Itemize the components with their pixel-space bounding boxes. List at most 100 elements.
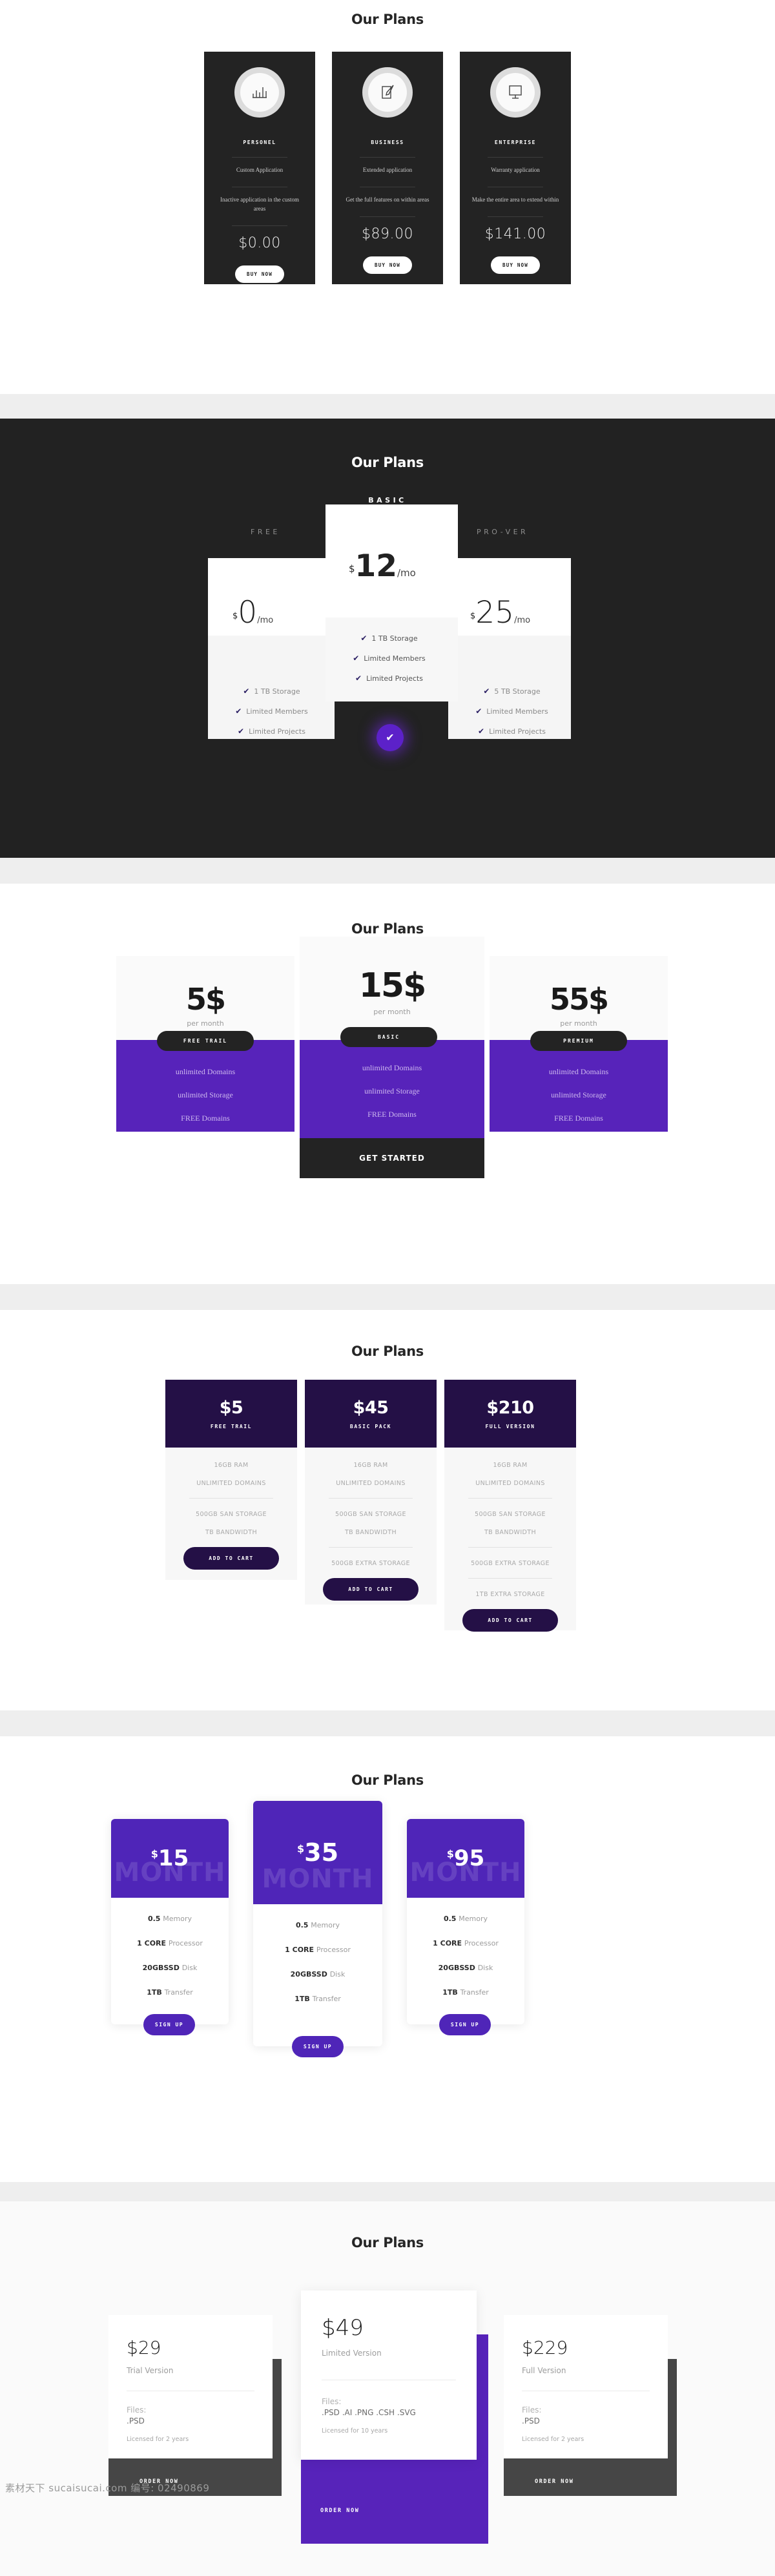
- feature-label: UNLIMITED DOMAINS: [196, 1480, 266, 1487]
- plan-card-list: $5 FREE TRAIL 16GB RAM UNLIMITED DOMAINS…: [0, 1359, 775, 1682]
- plan-card[interactable]: PERSONEL Custom Application Inactive app…: [204, 52, 315, 284]
- price-period: /mo: [397, 567, 416, 579]
- price-amount: 0: [238, 595, 258, 630]
- icon-circle-inner: [240, 73, 279, 112]
- feature-label: FREE Domains: [367, 1110, 417, 1119]
- feature-label: 20GBSSD Disk: [253, 1970, 382, 1979]
- feature-label: 0.5 Memory: [111, 1915, 229, 1923]
- currency-symbol: $: [150, 1847, 158, 1860]
- plan-card[interactable]: $229 Full Version Files: .PSD Licensed f…: [504, 2315, 668, 2458]
- pricing-section-2: Our Plans BASIC FREE PRO-VER $0/mo $12/m…: [0, 419, 775, 858]
- currency-symbol: $: [446, 1847, 454, 1860]
- feature-row: ✔ Limited Projects: [336, 674, 442, 683]
- buy-now-button[interactable]: BUY NOW: [362, 256, 412, 274]
- plan-price: $45: [353, 1398, 389, 1418]
- icon-circle-outer: [234, 67, 285, 118]
- currency-symbol: $: [296, 1842, 305, 1855]
- feature-list: 0.5 Memory 1 CORE Processor 20GBSSD Disk…: [253, 1904, 382, 2003]
- plan-price: $141.00: [484, 225, 546, 242]
- plan-card-header: $45 BASIC PACK: [305, 1380, 437, 1448]
- price-period: per month: [373, 1008, 411, 1016]
- plan-card-list: FREE PRO-VER $0/mo $12/mo $25/mo ✔ 1 TB S…: [0, 504, 775, 808]
- plan-feature: Custom Application: [236, 167, 284, 173]
- section-divider: [0, 394, 775, 419]
- feature-label: TB BANDWIDTH: [205, 1529, 258, 1536]
- plan-price: $95: [447, 1845, 484, 1871]
- feature-label: 500GB EXTRA STORAGE: [471, 1560, 550, 1567]
- files-value: .PSD: [522, 2416, 540, 2425]
- plan-feature: Make the entire area to extend within: [471, 196, 559, 203]
- plan-card[interactable]: $210 FULL VERSION 16GB RAM UNLIMITED DOM…: [444, 1380, 576, 1632]
- add-to-cart-button[interactable]: ADD TO CART: [323, 1578, 418, 1601]
- plan-card-list: MONTH $15 0.5 Memory 1 CORE Processor 20…: [0, 1788, 775, 2150]
- order-now-button[interactable]: ORDER NOW: [140, 2478, 178, 2485]
- plan-card-featured[interactable]: MONTH $35 0.5 Memory 1 CORE Processor 20…: [253, 1801, 382, 2046]
- confirm-plan-button[interactable]: ✔: [377, 724, 404, 751]
- order-now-button[interactable]: ORDER NOW: [320, 2508, 359, 2514]
- divider: [488, 157, 543, 158]
- plan-name: PERSONEL: [243, 140, 276, 145]
- feature-label: unlimited Domains: [175, 1067, 236, 1076]
- divider: [468, 1547, 552, 1548]
- plan-badge-premium[interactable]: PREMIUM: [530, 1031, 627, 1051]
- sign-up-button[interactable]: SIGN UP: [292, 2036, 344, 2057]
- plan-card[interactable]: $29 Trial Version Files: .PSD Licensed f…: [108, 2315, 273, 2458]
- plan-card[interactable]: MONTH $95 0.5 Memory 1 CORE Processor 20…: [407, 1819, 524, 2024]
- buy-now-button[interactable]: BUY NOW: [490, 256, 540, 274]
- feature-label: 1TB Transfer: [111, 1988, 229, 1997]
- plan-card-featured[interactable]: 15$ per month unlimited Domains unlimite…: [300, 937, 484, 1178]
- plan-version: Limited Version: [322, 2349, 382, 2358]
- plan-price: $12/mo: [349, 548, 416, 584]
- plan-card-header: MONTH $95: [407, 1819, 524, 1898]
- files-value: .PSD: [127, 2416, 145, 2425]
- get-started-button[interactable]: GET STARTED: [300, 1138, 484, 1178]
- feature-label: 1 TB Storage: [254, 687, 300, 696]
- feature-label: 1 CORE Processor: [407, 1939, 524, 1948]
- check-icon: ✔: [360, 634, 367, 643]
- price-amount: 25: [475, 595, 515, 630]
- plan-card-header: 15$ per month: [300, 937, 484, 1040]
- plan-badge-basic[interactable]: BASIC: [340, 1027, 437, 1047]
- month-watermark: MONTH: [262, 1864, 374, 1894]
- add-to-cart-button[interactable]: ADD TO CART: [183, 1547, 279, 1570]
- feature-row: ✔ Limited Projects: [218, 727, 325, 736]
- feature-label: unlimited Storage: [364, 1086, 420, 1096]
- price-amount: 35: [304, 1838, 339, 1867]
- sign-up-button[interactable]: SIGN UP: [439, 2014, 491, 2035]
- plan-card[interactable]: MONTH $15 0.5 Memory 1 CORE Processor 20…: [111, 1819, 229, 2024]
- plan-card-list: $29 Trial Version Files: .PSD Licensed f…: [0, 2250, 775, 2554]
- feature-label: 1 TB Storage: [371, 634, 418, 643]
- plan-price: $25/mo: [470, 595, 530, 630]
- plan-card[interactable]: BUSINESS Extended application Get the fu…: [332, 52, 443, 284]
- plan-price: $35: [297, 1838, 338, 1867]
- price-amount: 12: [355, 548, 397, 584]
- plan-card[interactable]: ENTERPRISE Warranty application Make the…: [460, 52, 571, 284]
- plan-card[interactable]: $5 FREE TRAIL 16GB RAM UNLIMITED DOMAINS…: [165, 1380, 297, 1580]
- feature-label: UNLIMITED DOMAINS: [336, 1480, 406, 1487]
- sign-up-button[interactable]: SIGN UP: [143, 2014, 195, 2035]
- feature-label: Limited Projects: [366, 674, 423, 683]
- feature-row: ✔ 5 TB Storage: [459, 687, 565, 696]
- order-now-button[interactable]: ORDER NOW: [535, 2478, 574, 2485]
- files-label: Files:: [522, 2405, 542, 2415]
- feature-label: Limited Projects: [249, 727, 305, 736]
- plan-name: BASIC PACK: [349, 1424, 392, 1429]
- page-title: Our Plans: [351, 455, 424, 470]
- divider: [360, 157, 415, 158]
- add-to-cart-button[interactable]: ADD TO CART: [462, 1609, 558, 1632]
- divider: [468, 1578, 552, 1579]
- buy-now-button[interactable]: BUY NOW: [234, 265, 284, 283]
- plan-card-featured[interactable]: $49 Limited Version Files: .PSD .AI .PNG…: [301, 2290, 477, 2460]
- feature-label: Limited Members: [364, 654, 426, 663]
- feature-label: 500GB SAN STORAGE: [196, 1511, 267, 1518]
- plan-badge-free-trail[interactable]: FREE TRAIL: [157, 1031, 254, 1051]
- feature-row: ✔ Limited Members: [336, 654, 442, 663]
- feature-row: ✔ 1 TB Storage: [336, 634, 442, 643]
- divider: [329, 1498, 413, 1499]
- divider: [360, 216, 415, 217]
- plan-price: $0/mo: [232, 595, 273, 630]
- feature-label: 500GB SAN STORAGE: [475, 1511, 546, 1518]
- icon-circle-inner: [496, 73, 535, 112]
- plan-card[interactable]: $45 BASIC PACK 16GB RAM UNLIMITED DOMAIN…: [305, 1380, 437, 1605]
- feature-label: TB BANDWIDTH: [344, 1529, 397, 1536]
